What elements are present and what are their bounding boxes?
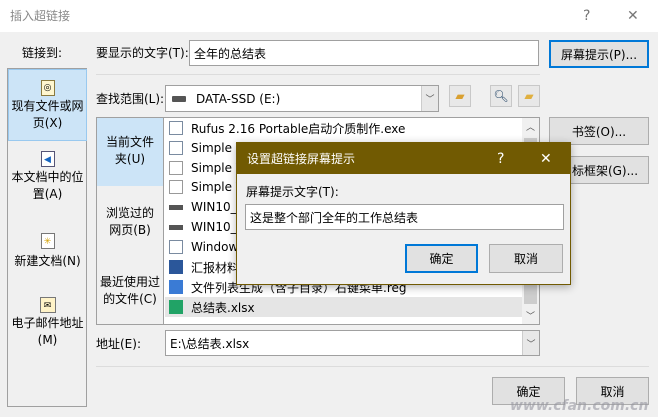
screentip-close-button[interactable]: ✕ bbox=[540, 151, 552, 167]
excel-file-icon bbox=[169, 300, 183, 314]
up-folder-icon[interactable]: ▰ bbox=[449, 85, 471, 107]
screentip-cancel-button[interactable]: 取消 bbox=[489, 244, 563, 273]
file-name: 汇报材料 bbox=[191, 260, 240, 275]
sub-nav-current-folder[interactable]: 当前文件夹(U) bbox=[97, 118, 163, 186]
link-to-panel: ◎ 现有文件或网 页(X) ◀ 本文档中的位 置(A) ✳ 新建文档(N) ✉ … bbox=[7, 68, 87, 407]
screentip-dialog-title: 设置超链接屏幕提示 bbox=[247, 152, 356, 166]
nav-label: (M) bbox=[37, 333, 58, 347]
screentip-button[interactable]: 屏幕提示(P)... bbox=[549, 40, 649, 68]
screentip-text-value: 这是整个部门全年的工作总结表 bbox=[250, 210, 419, 225]
display-text-label: 要显示的文字(T): bbox=[96, 46, 189, 60]
nav-label: 电子邮件地址 bbox=[11, 316, 84, 330]
exe-icon bbox=[169, 141, 183, 155]
address-label: 地址(E): bbox=[96, 337, 141, 351]
nav-label: 现有文件或网 bbox=[11, 99, 84, 113]
exe-icon bbox=[169, 240, 183, 254]
settings-file-icon bbox=[169, 161, 183, 175]
address-combo[interactable]: E:\总结表.xlsx ﹀ bbox=[165, 330, 540, 356]
nav-new-document[interactable]: ✳ 新建文档(N) bbox=[8, 233, 87, 270]
chevron-down-icon: ﹀ bbox=[522, 331, 539, 355]
chevron-down-icon: ﹀ bbox=[421, 86, 438, 111]
sub-nav-label: 当前文件 bbox=[105, 135, 154, 149]
link-to-label: 链接到: bbox=[22, 46, 63, 60]
nav-existing-file[interactable]: ◎ 现有文件或网 页(X) bbox=[8, 69, 87, 141]
document-place-icon: ◀ bbox=[40, 151, 55, 167]
file-row[interactable]: Rufus 2.16 Portable启动介质制作.exe bbox=[165, 118, 522, 138]
sub-nav-label: 夹(U) bbox=[114, 152, 146, 166]
text-file-icon bbox=[169, 180, 183, 194]
drive-icon bbox=[172, 95, 186, 102]
reg-file-icon bbox=[169, 280, 183, 294]
nav-label: 新建文档(N) bbox=[14, 254, 81, 268]
divider bbox=[96, 366, 649, 367]
sub-nav-browsed-pages[interactable]: 浏览过的网页(B) bbox=[97, 205, 163, 239]
display-text-input[interactable]: 全年的总结表 bbox=[189, 40, 539, 66]
screentip-text-label: 屏幕提示文字(T): bbox=[246, 185, 339, 199]
divider bbox=[96, 74, 540, 75]
nav-label: 置(A) bbox=[32, 187, 63, 201]
file-icon: ◎ bbox=[40, 80, 55, 96]
sub-nav-panel: 当前文件夹(U) 浏览过的网页(B) 最近使用过的文件(C) bbox=[96, 117, 163, 325]
screentip-dialog: 设置超链接屏幕提示 ? ✕ 屏幕提示文字(T): 这是整个部门全年的工作总结表 … bbox=[236, 142, 571, 285]
screentip-text-input[interactable]: 这是整个部门全年的工作总结表 bbox=[245, 204, 564, 230]
browse-file-icon[interactable]: ▰ bbox=[518, 85, 540, 107]
nav-label: 页(X) bbox=[32, 116, 63, 130]
look-in-label: 查找范围(L): bbox=[96, 92, 165, 106]
scroll-down-icon[interactable]: ﹀ bbox=[526, 309, 535, 322]
window-title: 插入超链接 bbox=[10, 9, 71, 23]
nav-place-in-document[interactable]: ◀ 本文档中的位 置(A) bbox=[8, 151, 87, 203]
look-in-value: DATA-SSD (E:) bbox=[196, 91, 281, 106]
screentip-help-button[interactable]: ? bbox=[497, 151, 504, 167]
word-file-icon bbox=[169, 260, 183, 274]
watermark: www.cfan.com.cn bbox=[510, 398, 649, 414]
file-name: 总结表.xlsx bbox=[191, 300, 255, 315]
display-text-value: 全年的总结表 bbox=[194, 46, 267, 61]
title-bar: 插入超链接 ? ✕ bbox=[0, 0, 658, 32]
sub-nav-label: 网页(B) bbox=[109, 223, 151, 237]
help-button[interactable]: ? bbox=[583, 8, 590, 24]
close-button[interactable]: ✕ bbox=[627, 8, 639, 24]
look-in-combo[interactable]: DATA-SSD (E:) ﹀ bbox=[165, 85, 439, 112]
sub-nav-label: 最近使用过 bbox=[99, 275, 160, 289]
file-name: Rufus 2.16 Portable启动介质制作.exe bbox=[191, 121, 406, 136]
file-row-selected[interactable]: 总结表.xlsx bbox=[165, 297, 522, 317]
sub-nav-label: 浏览过的 bbox=[105, 206, 154, 220]
browse-web-icon[interactable]: 🔍︎ bbox=[490, 85, 512, 107]
sub-nav-recent-files[interactable]: 最近使用过的文件(C) bbox=[97, 274, 163, 308]
bookmark-button[interactable]: 书签(O)... bbox=[549, 117, 649, 145]
screentip-dialog-titlebar: 设置超链接屏幕提示 ? ✕ bbox=[237, 143, 570, 174]
new-document-icon: ✳ bbox=[40, 233, 55, 249]
drive-image-icon bbox=[169, 224, 183, 230]
scroll-up-icon[interactable]: ︿ bbox=[526, 120, 535, 133]
email-icon: ✉ bbox=[39, 297, 56, 313]
drive-image-icon bbox=[169, 204, 183, 210]
screentip-ok-button[interactable]: 确定 bbox=[405, 244, 478, 273]
nav-email-address[interactable]: ✉ 电子邮件地址 (M) bbox=[8, 297, 87, 349]
address-value: E:\总结表.xlsx bbox=[170, 336, 250, 351]
sub-nav-label: 的文件(C) bbox=[103, 292, 157, 306]
exe-icon bbox=[169, 121, 183, 135]
nav-label: 本文档中的位 bbox=[11, 170, 84, 184]
